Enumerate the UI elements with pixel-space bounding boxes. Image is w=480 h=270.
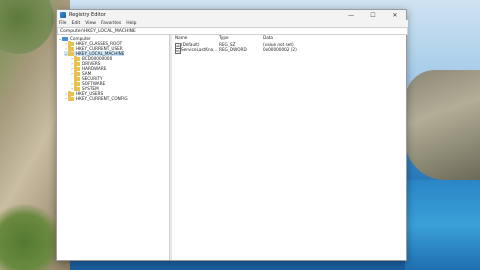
minimize-button[interactable]: — <box>340 10 362 20</box>
menu-view[interactable]: View <box>85 21 96 26</box>
column-header-name[interactable]: Name <box>175 35 187 40</box>
menu-file[interactable]: File <box>59 21 67 26</box>
value-data: 0x00000002 (2) <box>263 47 297 52</box>
menu-help[interactable]: Help <box>126 21 136 26</box>
window-controls: — ☐ ✕ <box>340 10 406 20</box>
values-list-header: Name Type Data <box>173 35 406 41</box>
value-row-service-last-known[interactable]: 01 ServiceLastKno... REG_DWORD 0x0000000… <box>173 47 406 54</box>
tree-item-hkey-current-config[interactable]: › HKEY_CURRENT_CONFIG <box>64 95 128 101</box>
column-header-data[interactable]: Data <box>263 35 273 40</box>
folder-icon <box>68 90 74 96</box>
folder-icon <box>74 65 80 71</box>
folder-icon <box>74 60 80 66</box>
tree-item-label: HKEY_CURRENT_CONFIG <box>76 96 128 101</box>
column-header-type[interactable]: Type <box>219 35 229 40</box>
desktop-cliff-right <box>405 70 480 180</box>
folder-icon <box>68 95 74 101</box>
title-bar[interactable]: Registry Editor — ☐ ✕ <box>57 10 406 20</box>
folder-open-icon <box>68 50 74 56</box>
folder-icon <box>74 75 80 81</box>
value-name: ServiceLastKno... <box>181 47 218 52</box>
folder-icon <box>68 40 74 46</box>
registry-editor-window: Registry Editor — ☐ ✕ File Edit View Fav… <box>56 9 408 261</box>
address-text: Computer\HKEY_LOCAL_MACHINE <box>60 28 136 34</box>
close-button[interactable]: ✕ <box>384 10 406 20</box>
folder-icon <box>74 70 80 76</box>
folder-icon <box>68 45 74 51</box>
maximize-button[interactable]: ☐ <box>362 10 384 20</box>
desktop-sea <box>405 180 480 270</box>
values-list-pane: Name Type Data ab (Default) REG_SZ (valu… <box>173 35 406 260</box>
value-type: REG_DWORD <box>219 47 247 52</box>
address-bar[interactable]: Computer\HKEY_LOCAL_MACHINE <box>57 27 408 35</box>
computer-icon <box>62 36 68 41</box>
window-title: Registry Editor <box>69 12 106 18</box>
menu-bar: File Edit View Favorites Help <box>57 20 408 27</box>
key-tree-pane: ⌄ Computer › HKEY_CLASSES_ROOT › HKEY_CU… <box>57 35 170 260</box>
folder-icon <box>74 55 80 61</box>
pane-splitter[interactable] <box>170 35 172 260</box>
folder-icon <box>74 85 80 91</box>
registry-editor-icon <box>60 12 66 18</box>
desktop-vegetation-top <box>0 0 60 60</box>
menu-favorites[interactable]: Favorites <box>101 21 121 26</box>
menu-edit[interactable]: Edit <box>72 21 81 26</box>
folder-icon <box>74 80 80 86</box>
desktop-vegetation-bottom <box>0 200 60 270</box>
